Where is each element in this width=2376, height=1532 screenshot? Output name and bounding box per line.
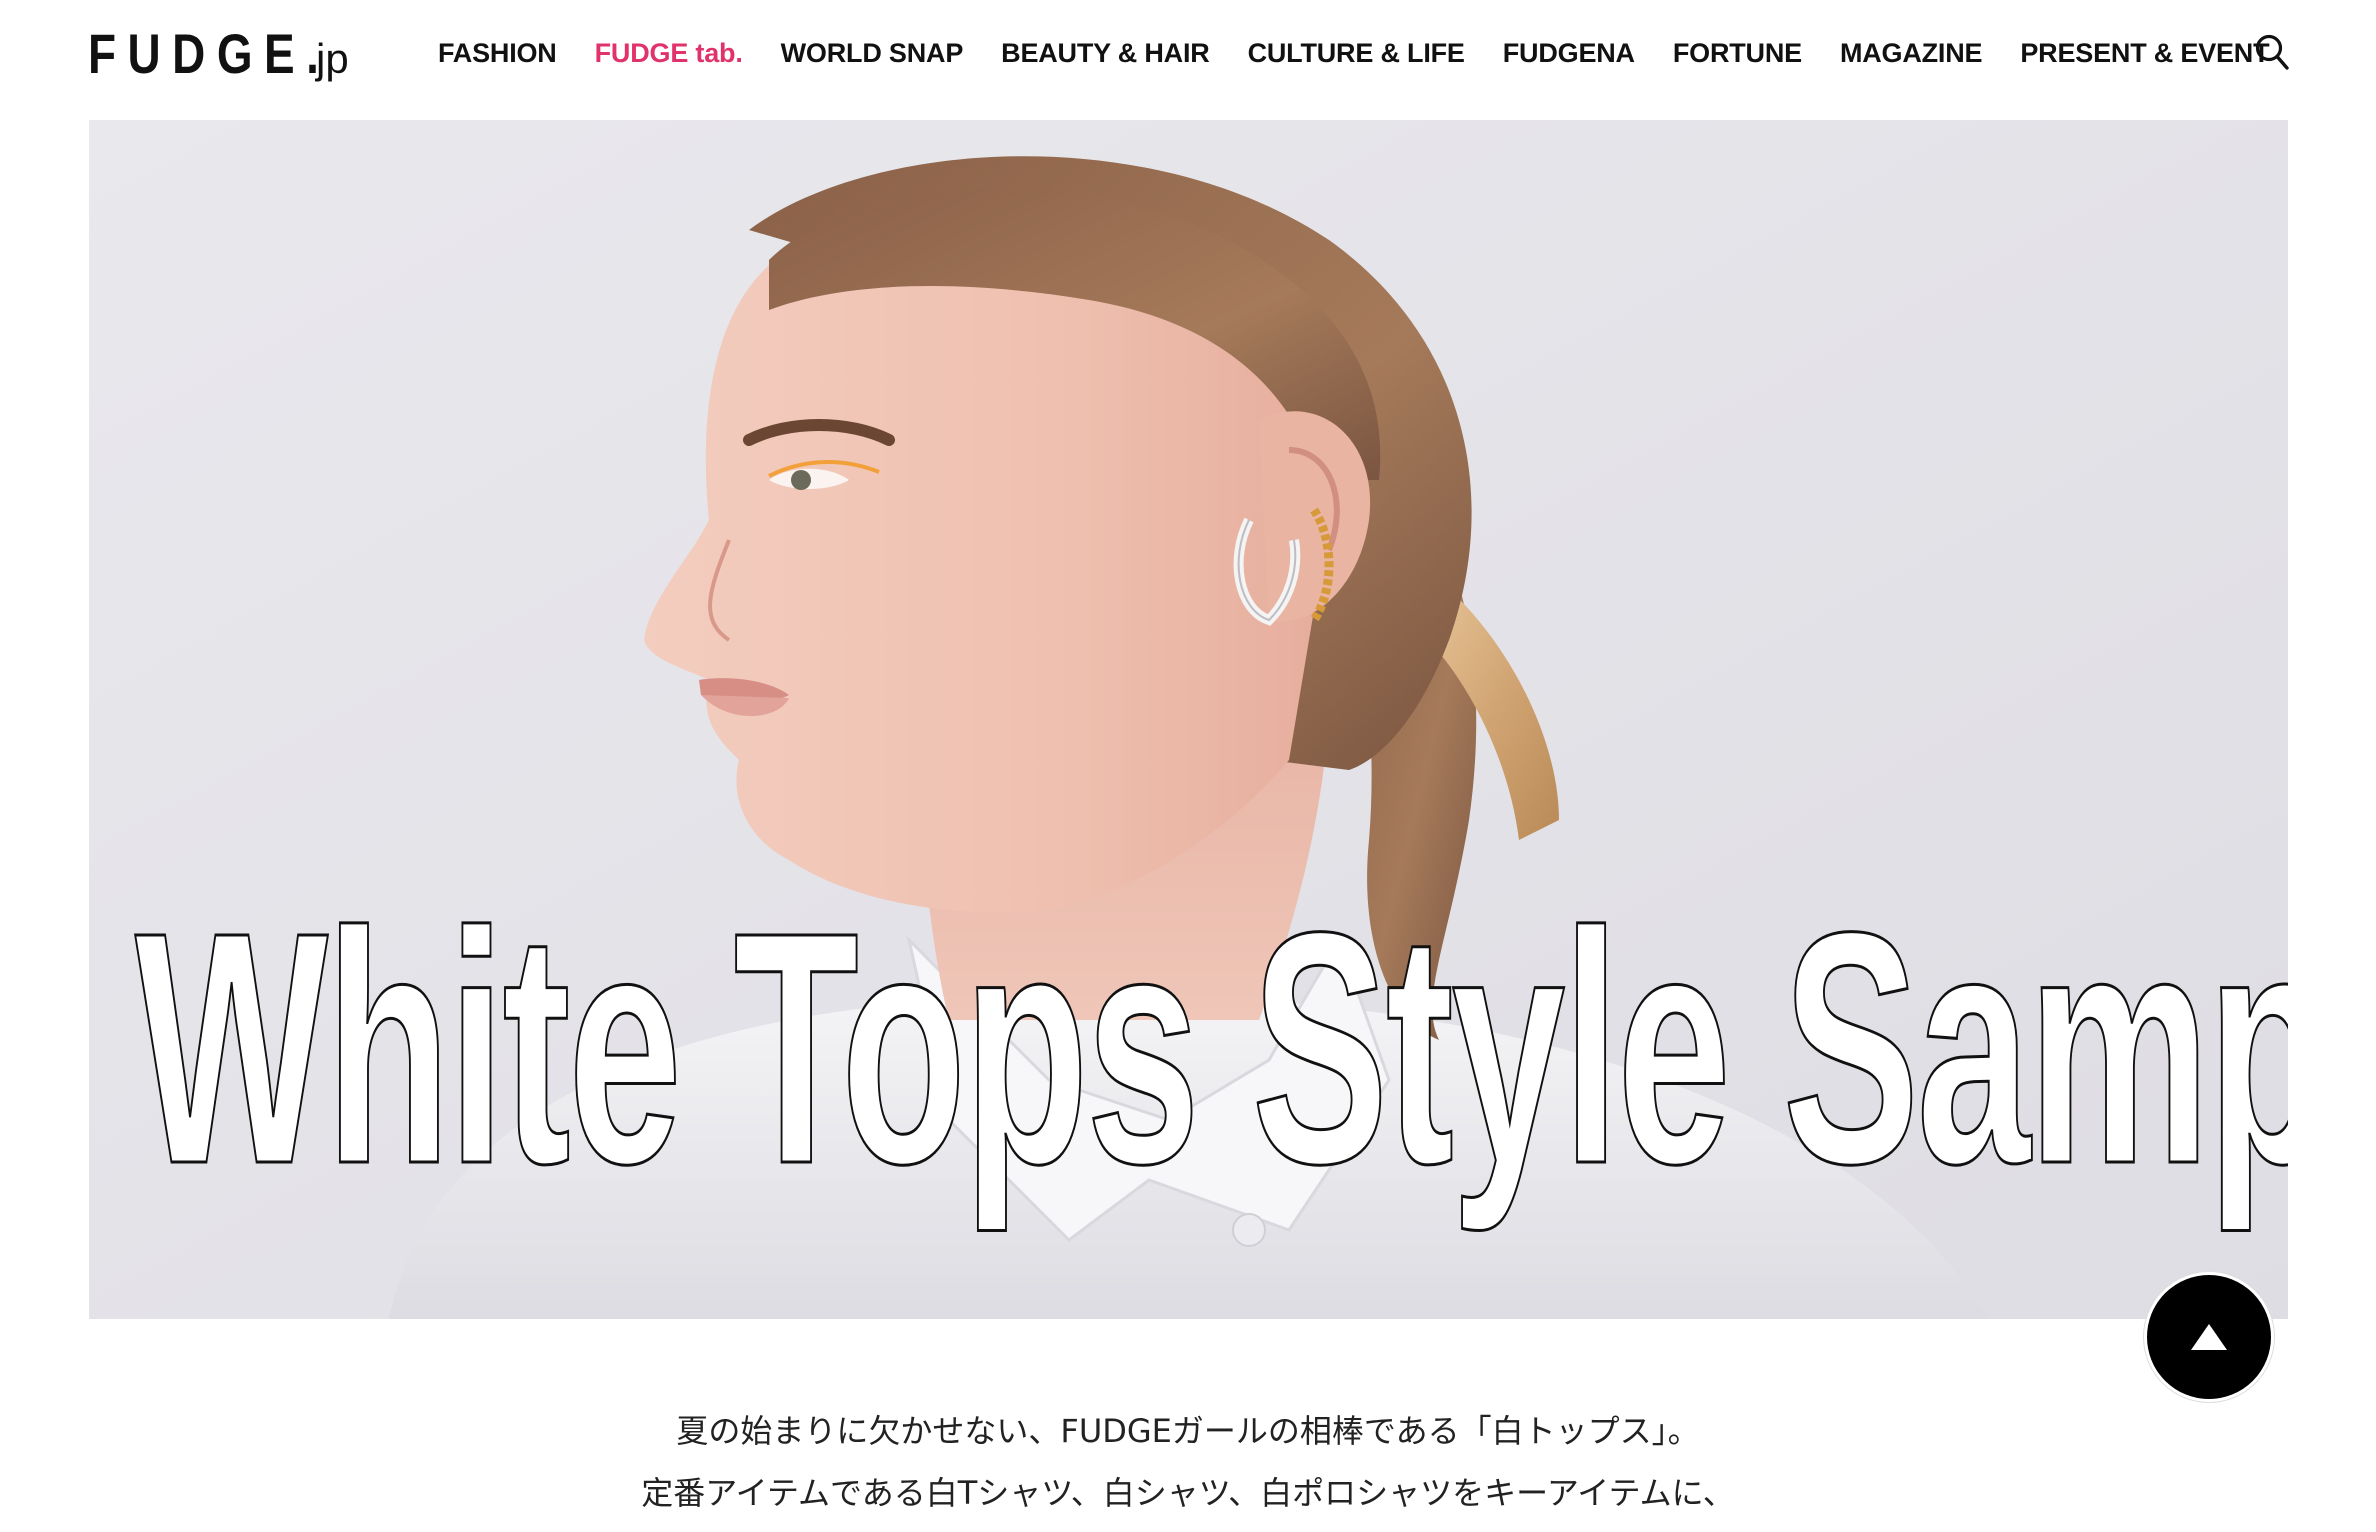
search-button[interactable] — [2252, 30, 2292, 74]
nav-item-beauty-hair[interactable]: BEAUTY & HAIR — [1001, 38, 1210, 69]
nav-item-present-event[interactable]: PRESENT & EVENT — [2020, 38, 2269, 69]
nav-item-magazine[interactable]: MAGAZINE — [1840, 38, 1983, 69]
intro-line-1: 夏の始まりに欠かせない、FUDGEガールの相棒である「白トップス」。 — [676, 1412, 1700, 1450]
nav-item-culture-life[interactable]: CULTURE & LIFE — [1248, 38, 1465, 69]
search-icon — [2255, 34, 2289, 70]
nav-item-fortune[interactable]: FORTUNE — [1673, 38, 1802, 69]
back-to-top-button[interactable] — [2144, 1272, 2274, 1402]
nav-item-fudge-tab[interactable]: FUDGE tab. — [595, 38, 743, 69]
logo-wordmark: FUDGE. — [88, 22, 331, 85]
site-header: FUDGE. jp FASHION FUDGE tab. WORLD SNAP … — [0, 0, 2376, 108]
hero-image: White Tops Style Sample — [89, 120, 2288, 1319]
site-logo[interactable]: FUDGE. jp — [88, 24, 349, 84]
main-nav: FASHION FUDGE tab. WORLD SNAP BEAUTY & H… — [438, 30, 2307, 76]
nav-item-fashion[interactable]: FASHION — [438, 38, 557, 69]
intro-line-2: 定番アイテムである白Tシャツ、白シャツ、白ポロシャツをキーアイテムに、 — [641, 1474, 1735, 1512]
nav-item-world-snap[interactable]: WORLD SNAP — [781, 38, 964, 69]
triangle-up-icon — [2191, 1324, 2227, 1350]
article-intro: 夏の始まりに欠かせない、FUDGEガールの相棒である「白トップス」。 定番アイテ… — [0, 1400, 2376, 1524]
nav-item-fudgena[interactable]: FUDGENA — [1503, 38, 1635, 69]
hero-title: White Tops Style Sample — [134, 863, 2288, 1232]
